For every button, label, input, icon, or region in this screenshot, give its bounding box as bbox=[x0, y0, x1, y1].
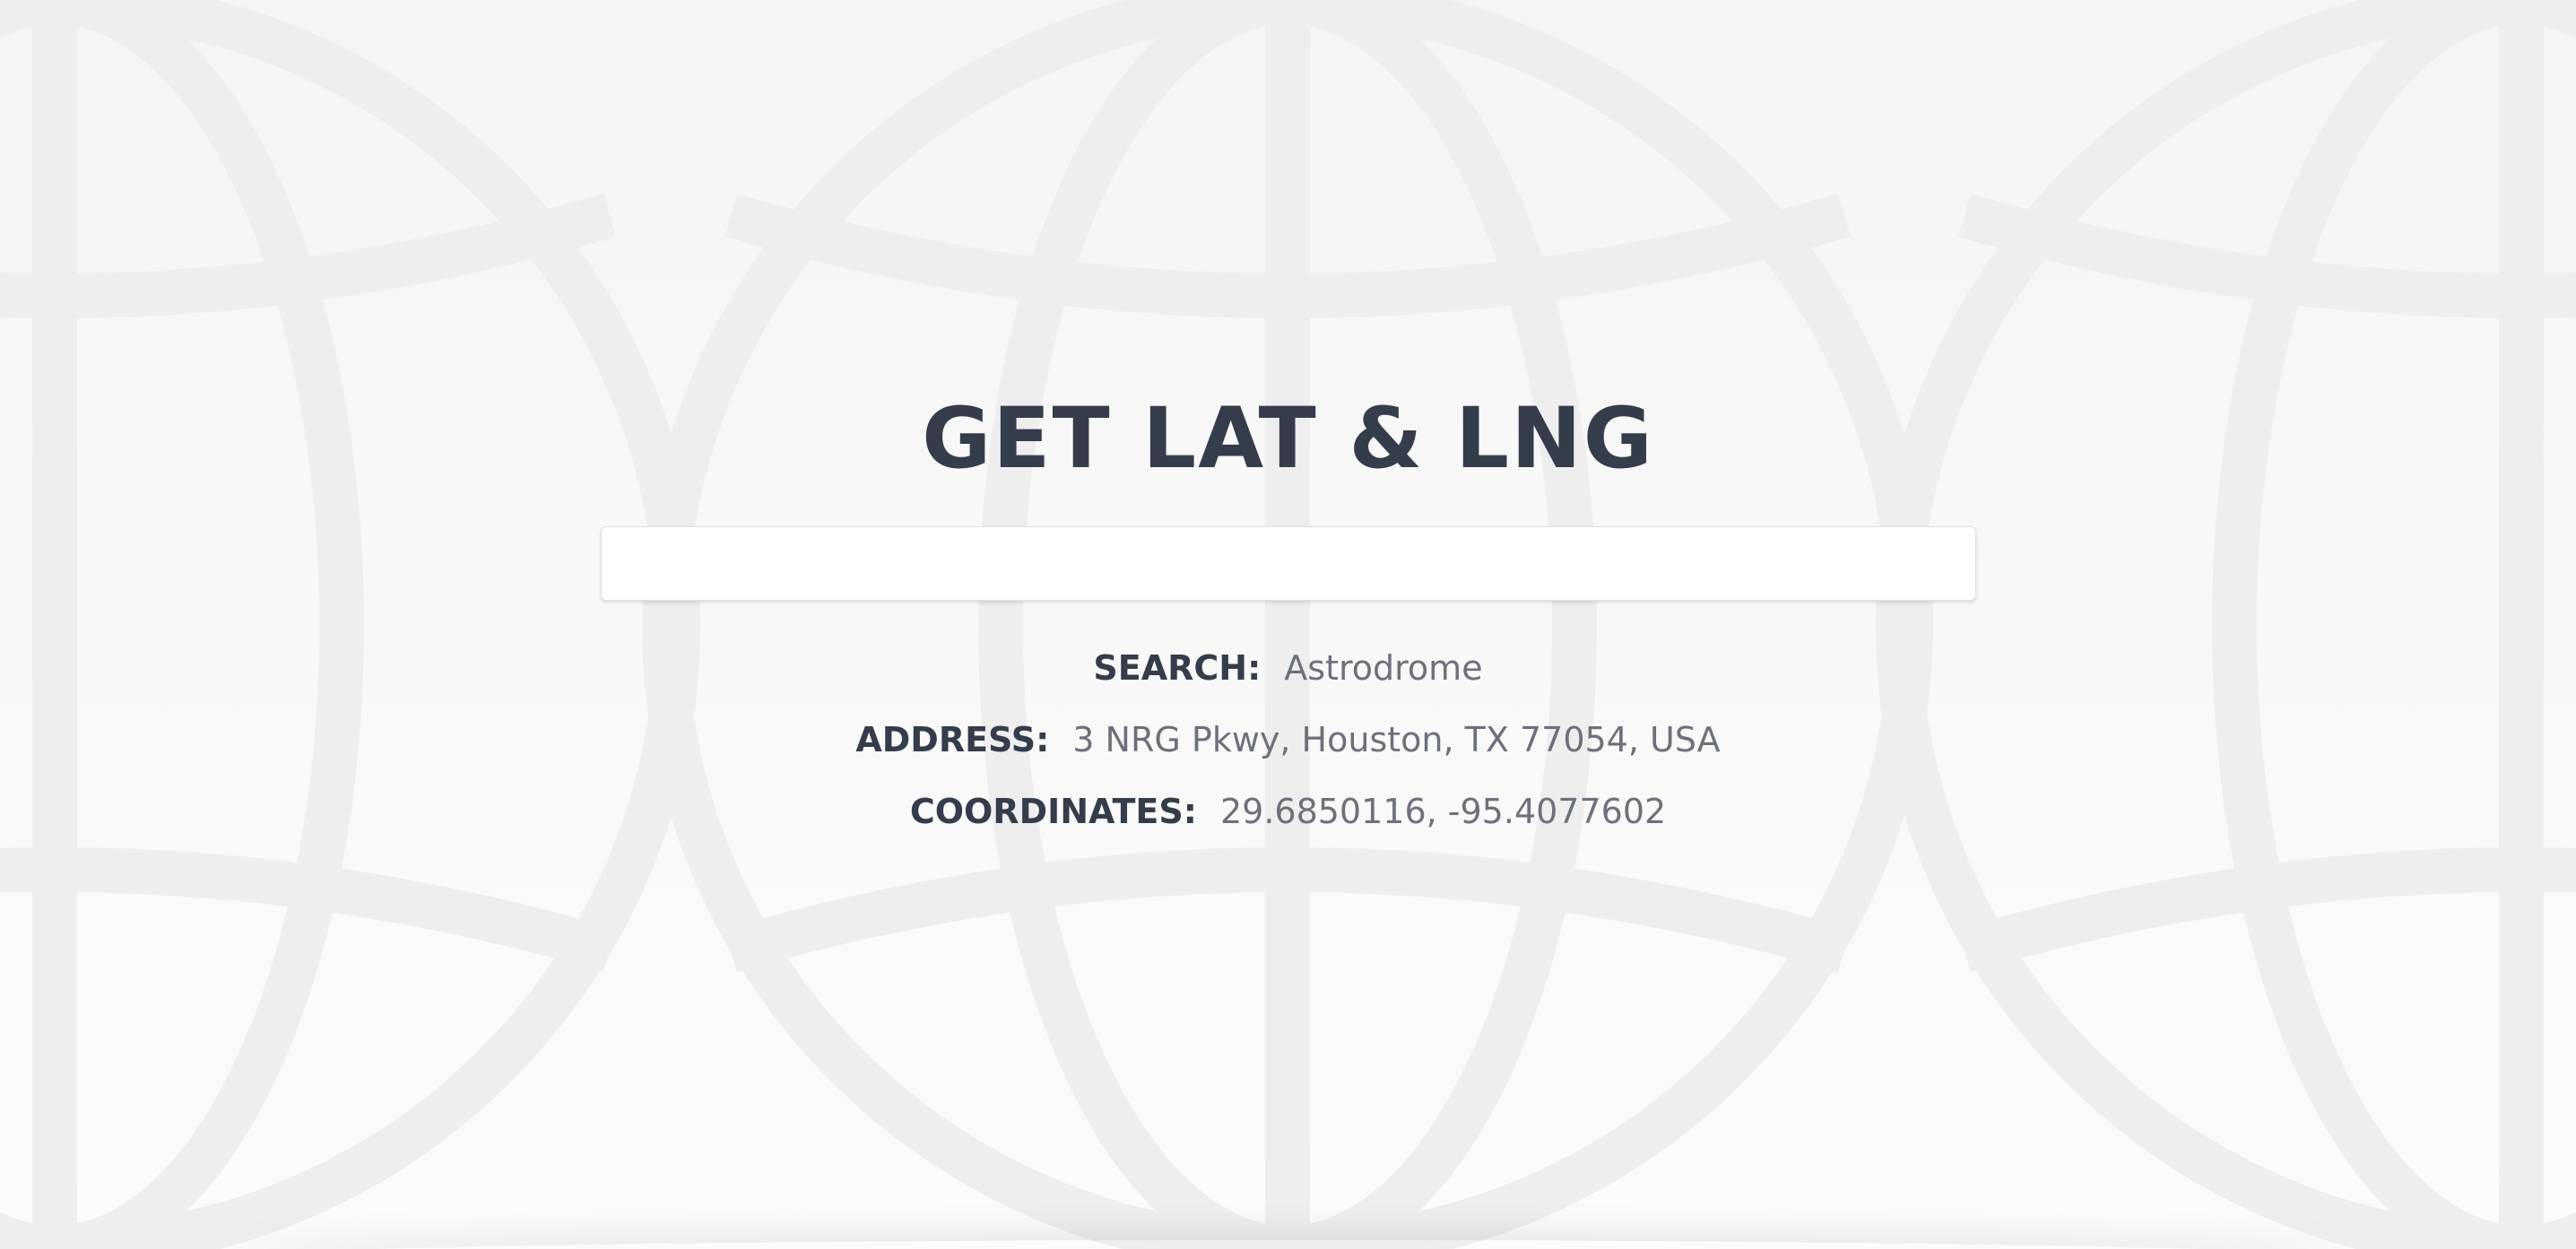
coordinates-result-row: COORDINATES: 29.6850116, -95.4077602 bbox=[0, 789, 2576, 834]
coordinates-value: 29.6850116, -95.4077602 bbox=[1219, 792, 1667, 831]
address-result-row: ADDRESS: 3 NRG Pkwy, Houston, TX 77054, U… bbox=[0, 717, 2576, 762]
coordinates-label: COORDINATES: bbox=[909, 792, 1197, 831]
page-title: GET LAT & LNG bbox=[922, 390, 1654, 488]
search-result-row: SEARCH: Astrodrome bbox=[0, 646, 2576, 690]
search-label: SEARCH: bbox=[1093, 648, 1262, 688]
page: GET LAT & LNG SEARCH: Astrodrome ADDRESS:… bbox=[0, 0, 2576, 1249]
search-value: Astrodrome bbox=[1284, 648, 1483, 688]
address-value: 3 NRG Pkwy, Houston, TX 77054, USA bbox=[1072, 720, 1721, 759]
search-input[interactable] bbox=[601, 526, 1976, 601]
main-content: GET LAT & LNG SEARCH: Astrodrome ADDRESS:… bbox=[0, 0, 2576, 1249]
address-label: ADDRESS: bbox=[855, 720, 1050, 759]
